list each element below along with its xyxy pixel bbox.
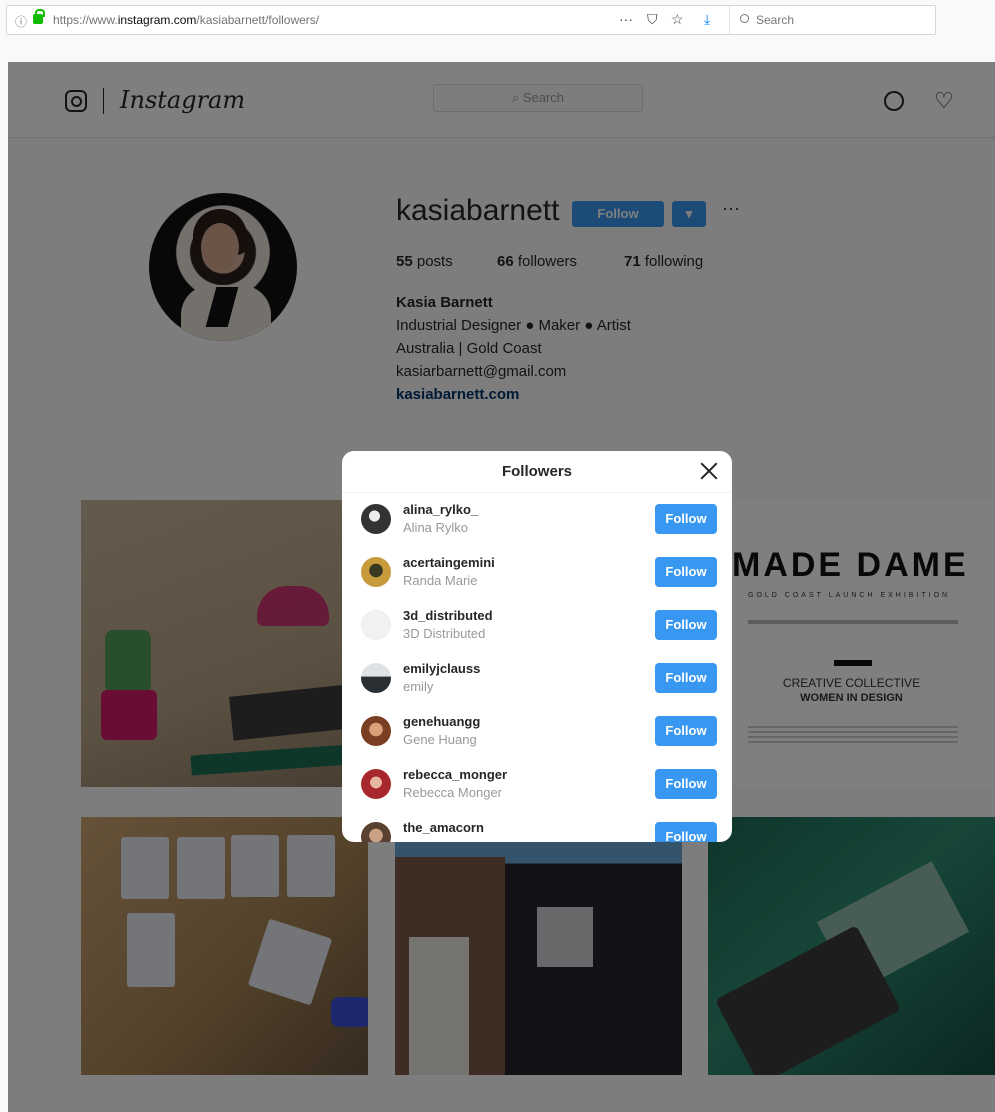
follower-name: Alina Rylko [403, 520, 469, 535]
list-item: acertaingemini Randa Marie Follow [342, 546, 732, 599]
lock-icon[interactable] [33, 9, 45, 24]
download-icon[interactable]: ⤓ [704, 11, 710, 28]
avatar[interactable] [361, 822, 391, 842]
follow-button[interactable]: Follow [655, 716, 717, 746]
follower-name: emily [403, 679, 434, 694]
avatar[interactable] [361, 504, 391, 534]
follow-button[interactable]: Follow [655, 769, 717, 799]
browser-search-placeholder: Search [756, 13, 795, 27]
follow-button[interactable]: Follow [655, 663, 717, 693]
follower-username[interactable]: emilyjclauss [403, 661, 480, 676]
list-item: alina_rylko_ Alina Rylko Follow [342, 493, 732, 546]
follower-username[interactable]: alina_rylko_ [403, 502, 478, 517]
avatar[interactable] [361, 769, 391, 799]
follow-button[interactable]: Follow [655, 504, 717, 534]
search-icon [740, 14, 749, 23]
follower-name: Gene Huang [403, 732, 477, 747]
list-item: genehuangg Gene Huang Follow [342, 705, 732, 758]
follow-button[interactable]: Follow [655, 822, 717, 842]
address-bar[interactable]: ⓘ https://www.instagram.com/kasiabarnett… [6, 5, 936, 35]
avatar[interactable] [361, 663, 391, 693]
follower-username[interactable]: 3d_distributed [403, 608, 493, 623]
follower-name: 3D Distributed [403, 626, 486, 641]
avatar[interactable] [361, 716, 391, 746]
list-item: rebecca_monger Rebecca Monger Follow [342, 758, 732, 811]
follower-username[interactable]: rebecca_monger [403, 767, 507, 782]
followers-list[interactable]: alina_rylko_ Alina Rylko Follow acertain… [342, 493, 732, 842]
avatar[interactable] [361, 610, 391, 640]
browser-search-box[interactable]: Search [729, 6, 937, 34]
close-icon[interactable] [697, 459, 721, 483]
follow-button[interactable]: Follow [655, 557, 717, 587]
follow-button[interactable]: Follow [655, 610, 717, 640]
browser-toolbar: ⓘ https://www.instagram.com/kasiabarnett… [0, 0, 995, 62]
follower-username[interactable]: the_amacorn [403, 820, 484, 835]
follower-name: Randa Marie [403, 573, 478, 588]
list-item: the_amacorn Follow [342, 811, 732, 842]
follower-username[interactable]: genehuangg [403, 714, 480, 729]
avatar[interactable] [361, 557, 391, 587]
follower-username[interactable]: acertaingemini [403, 555, 495, 570]
dialog-header: Followers [342, 451, 732, 493]
dialog-title: Followers [501, 463, 572, 480]
info-icon[interactable]: ⓘ [15, 13, 27, 30]
pocket-icon[interactable]: ⛉ [647, 11, 658, 28]
list-item: 3d_distributed 3D Distributed Follow [342, 599, 732, 652]
url-text[interactable]: https://www.instagram.com/kasiabarnett/f… [53, 13, 319, 27]
followers-dialog: Followers alina_rylko_ Alina Rylko Follo… [342, 451, 732, 842]
follower-name: Rebecca Monger [403, 785, 502, 800]
page-actions-icon[interactable]: ··· [619, 11, 633, 27]
bookmark-star-icon[interactable]: ☆ [671, 11, 684, 28]
list-item: emilyjclauss emily Follow [342, 652, 732, 705]
